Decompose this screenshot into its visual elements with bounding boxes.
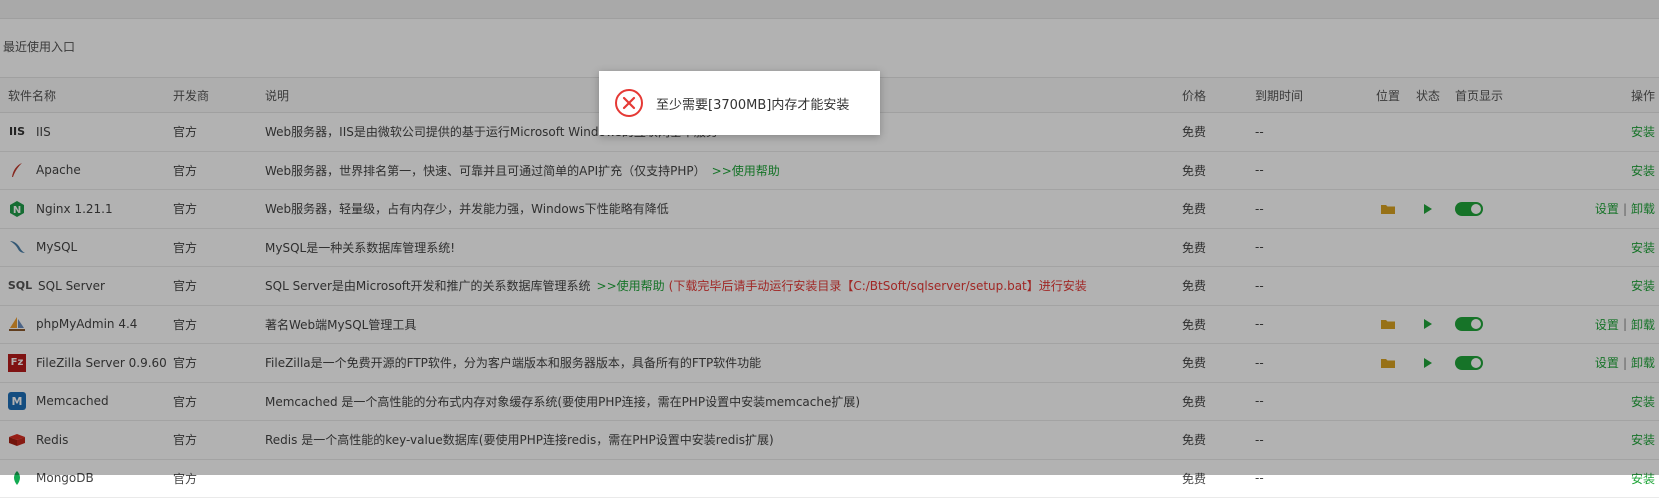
error-circle-icon <box>614 88 644 118</box>
memory-warning-dialog: 至少需要[3700MB]内存才能安装 <box>599 71 880 135</box>
dialog-message: 至少需要[3700MB]内存才能安装 <box>656 94 849 113</box>
